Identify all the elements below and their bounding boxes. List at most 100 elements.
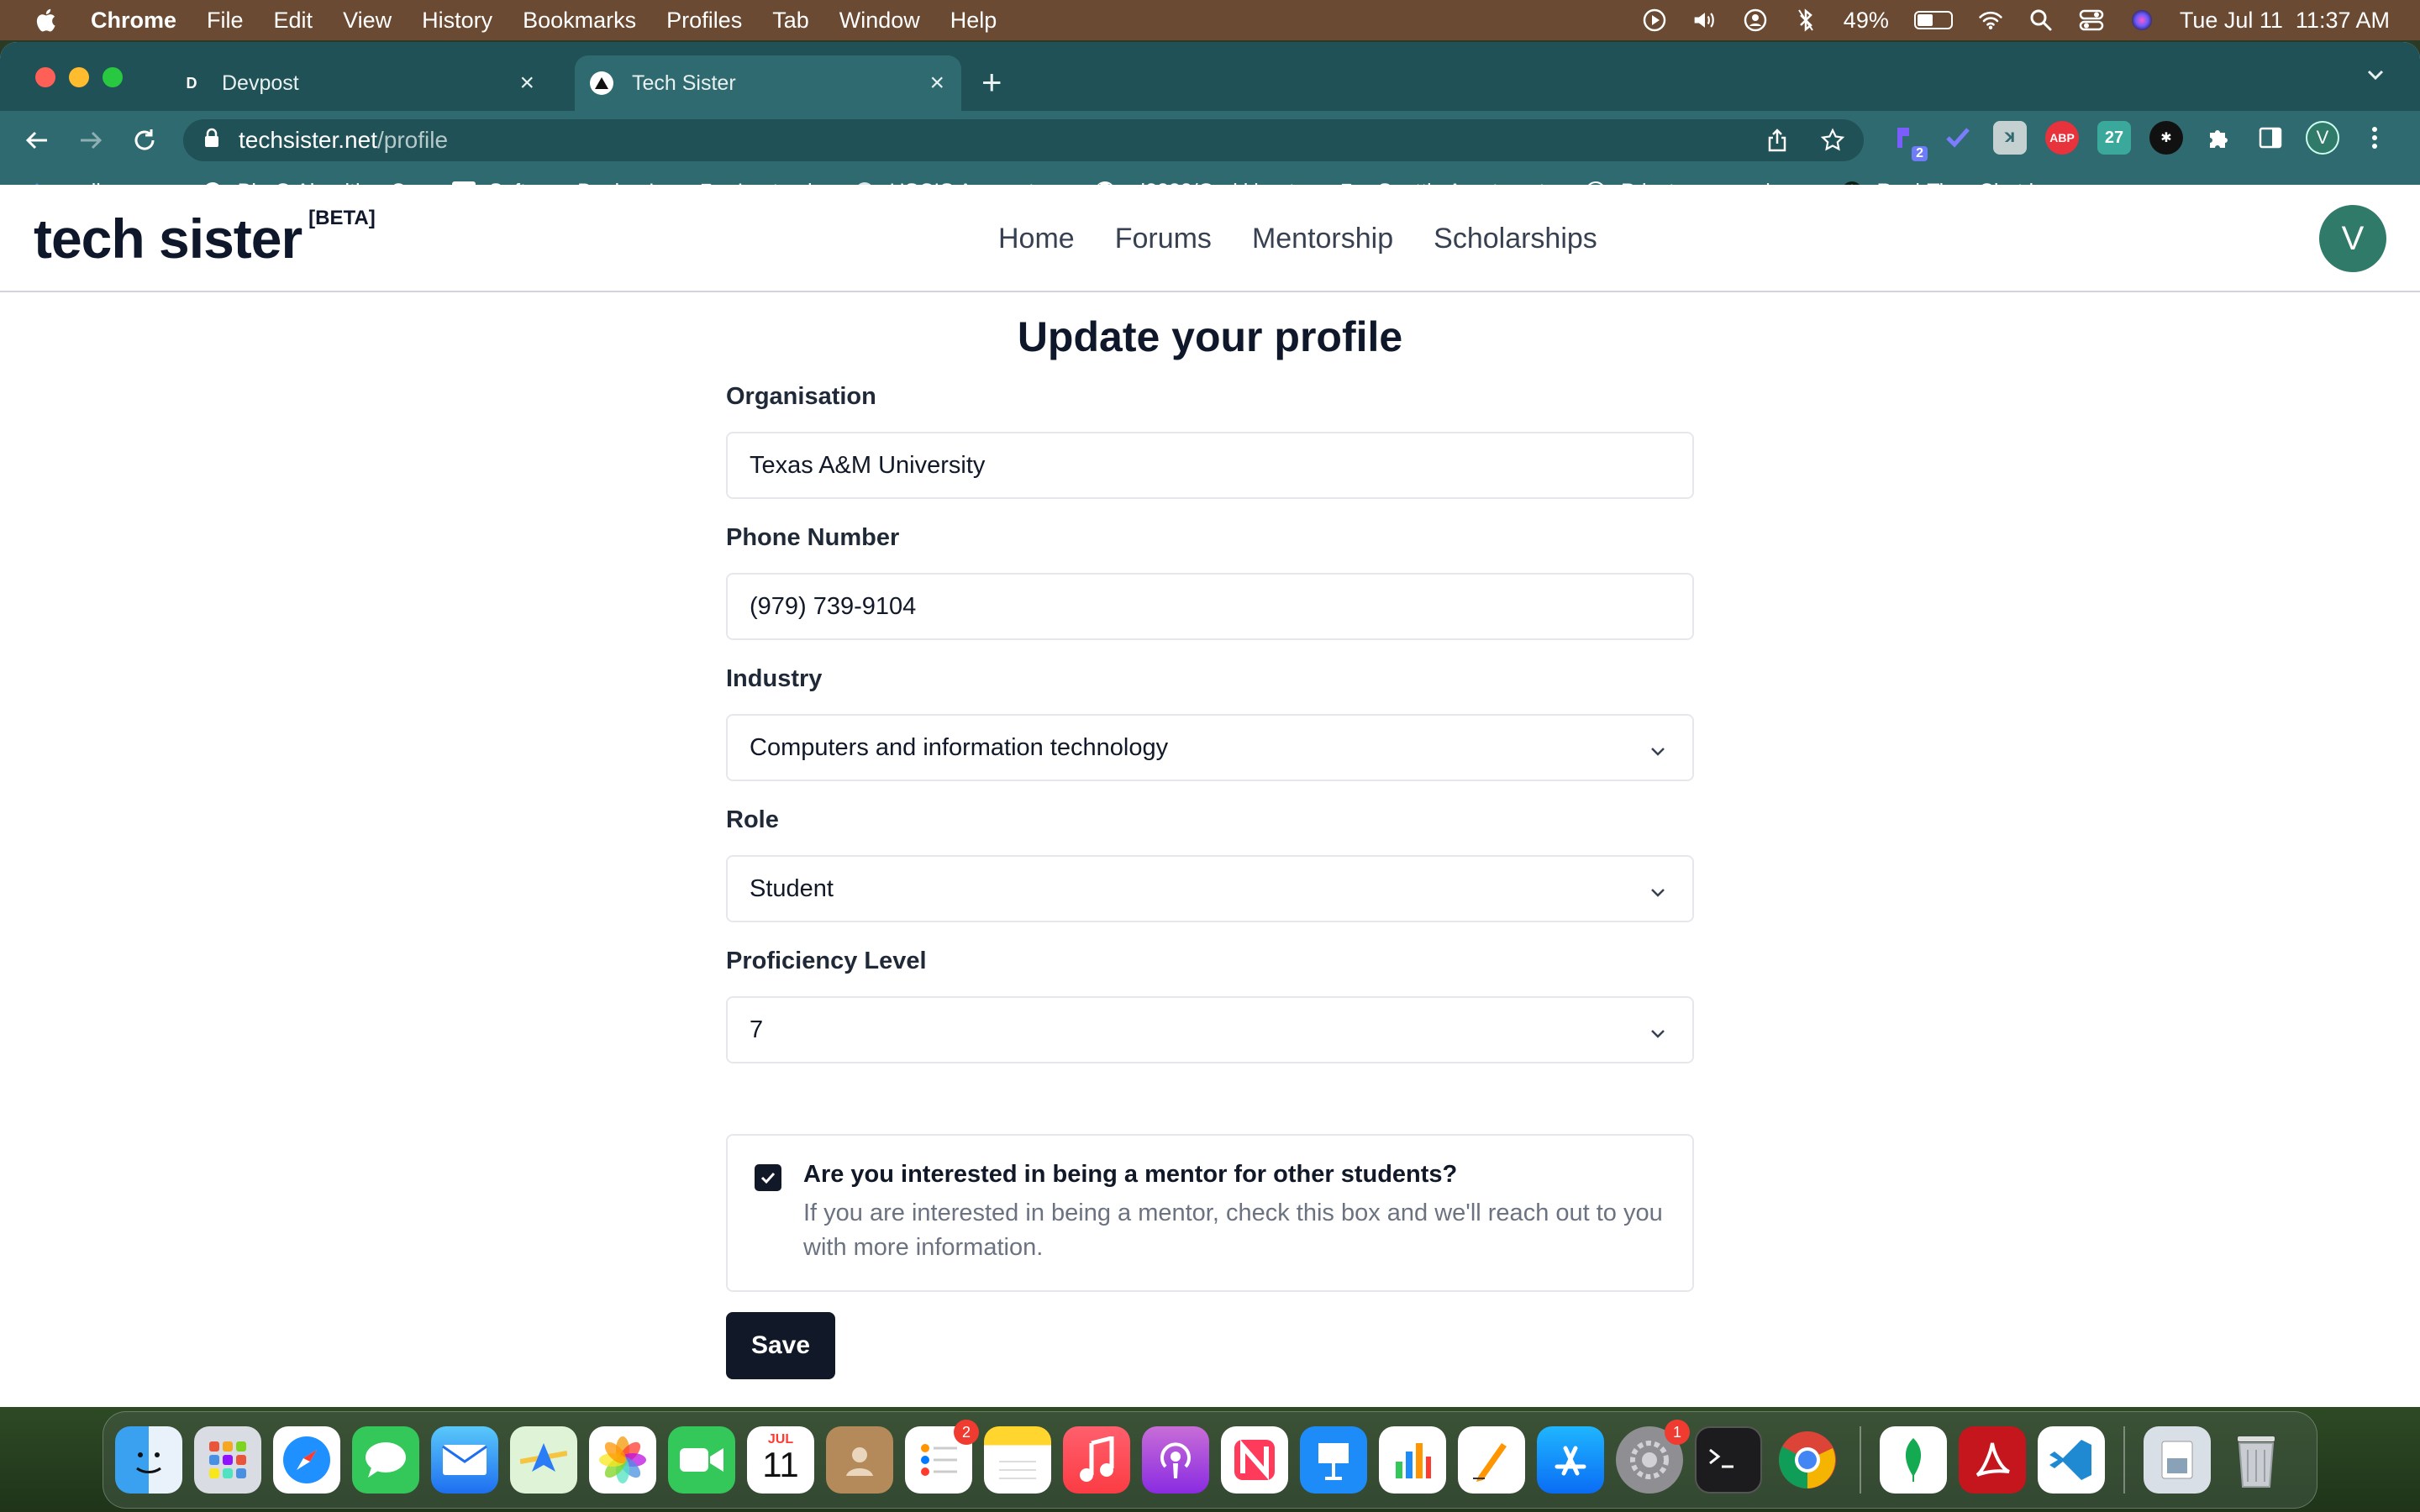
menu-app-name[interactable]: Chrome [91,8,176,34]
safari-icon[interactable] [273,1426,340,1494]
menu-history[interactable]: History [422,8,492,34]
chrome-menu-kebab-icon[interactable] [2358,121,2391,155]
tab-title: Tech Sister [632,71,736,95]
notion-extension-icon[interactable]: ꓘ [1993,121,2027,155]
music-icon[interactable] [1063,1426,1130,1494]
nav-mentorship[interactable]: Mentorship [1252,223,1393,255]
menu-datetime[interactable]: Tue Jul 11 11:37 AM [2180,8,2390,34]
user-avatar[interactable]: V [2319,205,2386,272]
proficiency-label: Proficiency Level [726,948,927,974]
tab-close-icon[interactable]: × [519,69,534,97]
organisation-input[interactable]: Texas A&M University [726,432,1694,499]
tab-tech-sister[interactable]: Tech Sister × [575,55,961,111]
calendar-extension-icon[interactable]: 27 [2097,121,2131,155]
role-value: Student [750,874,834,902]
menu-bookmarks[interactable]: Bookmarks [523,8,636,34]
tab-search-chevron-icon[interactable] [2365,64,2386,90]
menu-window[interactable]: Window [839,8,920,34]
messages-icon[interactable] [352,1426,419,1494]
checkmark-icon [760,1172,776,1184]
phone-input[interactable]: (979) 739-9104 [726,573,1694,640]
window-minimize-button[interactable] [69,67,89,87]
mongodb-compass-icon[interactable] [1880,1426,1947,1494]
maps-icon[interactable] [510,1426,577,1494]
menu-edit[interactable]: Edit [274,8,313,34]
volume-icon[interactable] [1692,8,1718,33]
menu-profiles[interactable]: Profiles [666,8,742,34]
pages-icon[interactable] [1458,1426,1525,1494]
system-settings-icon[interactable]: 1 [1616,1420,1690,1494]
reminders-icon[interactable]: 2 [905,1420,979,1494]
role-select[interactable]: Student [726,855,1694,922]
wifi-icon[interactable] [1978,8,2003,33]
numbers-icon[interactable] [1379,1426,1446,1494]
menu-view[interactable]: View [343,8,392,34]
bookmark-star-icon[interactable] [1820,128,1845,159]
user-account-icon[interactable] [1743,8,1768,33]
new-tab-plus-icon[interactable]: + [981,62,1002,102]
tab-devpost[interactable]: D Devpost × [165,55,551,111]
news-icon[interactable] [1221,1426,1288,1494]
tab-strip: D Devpost × Tech Sister × + [0,42,2420,111]
play-icon[interactable] [1642,8,1667,33]
side-panel-icon[interactable] [2254,121,2287,155]
launchpad-icon[interactable] [194,1426,261,1494]
finder-icon[interactable] [115,1426,182,1494]
adblock-plus-icon[interactable]: ABP [2045,121,2079,155]
mentor-checkbox-label: Are you interested in being a mentor for… [803,1161,1458,1188]
forward-arrow-icon[interactable] [74,123,108,157]
checkmark-extension-icon[interactable] [1941,121,1975,155]
octopus-extension-icon[interactable]: ✱ [2149,121,2183,155]
terminal-icon[interactable] [1695,1426,1762,1494]
app-store-icon[interactable] [1537,1426,1604,1494]
web-page: tech sister [BETA] Home Forums Mentorship… [0,185,2420,1379]
back-arrow-icon[interactable] [20,123,54,157]
mail-icon[interactable] [431,1426,498,1494]
downloads-stack-icon[interactable] [2144,1426,2211,1494]
control-center-icon[interactable] [2079,8,2104,33]
window-zoom-button[interactable] [103,67,123,87]
chrome-icon[interactable] [1774,1426,1841,1494]
tab-close-icon[interactable]: × [929,69,944,97]
contacts-icon[interactable] [826,1426,893,1494]
puzzle-extensions-icon[interactable] [2202,121,2235,155]
menu-tab[interactable]: Tab [772,8,809,34]
mentor-checkbox[interactable] [755,1164,781,1191]
role-label: Role [726,806,779,833]
reload-icon[interactable] [128,123,161,157]
profile-avatar[interactable]: V [2306,121,2339,155]
proficiency-select[interactable]: 7 [726,996,1694,1063]
reminders-badge: 2 [954,1420,979,1445]
address-bar[interactable]: techsister.net/profile [183,119,1864,161]
trash-icon[interactable] [2223,1426,2290,1494]
nav-home[interactable]: Home [998,223,1075,255]
photos-icon[interactable] [589,1426,656,1494]
calendar-day: 11 [762,1445,799,1484]
site-logo[interactable]: tech sister [BETA] [34,207,376,270]
notes-icon[interactable] [984,1426,1051,1494]
siri-icon[interactable] [2129,8,2154,33]
podcasts-icon[interactable] [1142,1426,1209,1494]
menu-help[interactable]: Help [950,8,997,34]
mentor-checkbox-description: If you are interested in being a mentor,… [803,1200,1663,1261]
calendar-icon[interactable]: JUL 11 [747,1426,814,1494]
keynote-icon[interactable] [1300,1426,1367,1494]
facetime-icon[interactable] [668,1426,735,1494]
vscode-icon[interactable] [2038,1426,2105,1494]
battery-icon[interactable] [1913,11,1953,29]
tech-sister-favicon-icon [590,71,613,95]
industry-select[interactable]: Computers and information technology [726,714,1694,781]
menu-status-area: 49% Tue Jul 11 11:37 AM [1642,0,2390,40]
spotlight-search-icon[interactable] [2028,8,2054,33]
lock-icon[interactable] [203,127,220,154]
bluetooth-off-icon[interactable] [1793,8,1818,33]
save-button[interactable]: Save [726,1312,835,1379]
apple-logo-icon[interactable] [34,8,57,33]
tasks-extension-icon[interactable]: 2 [1889,121,1928,161]
menu-file[interactable]: File [207,8,244,34]
share-icon[interactable] [1765,128,1790,159]
window-close-button[interactable] [35,67,55,87]
acrobat-icon[interactable] [1959,1426,2026,1494]
nav-forums[interactable]: Forums [1115,223,1212,255]
nav-scholarships[interactable]: Scholarships [1434,223,1597,255]
